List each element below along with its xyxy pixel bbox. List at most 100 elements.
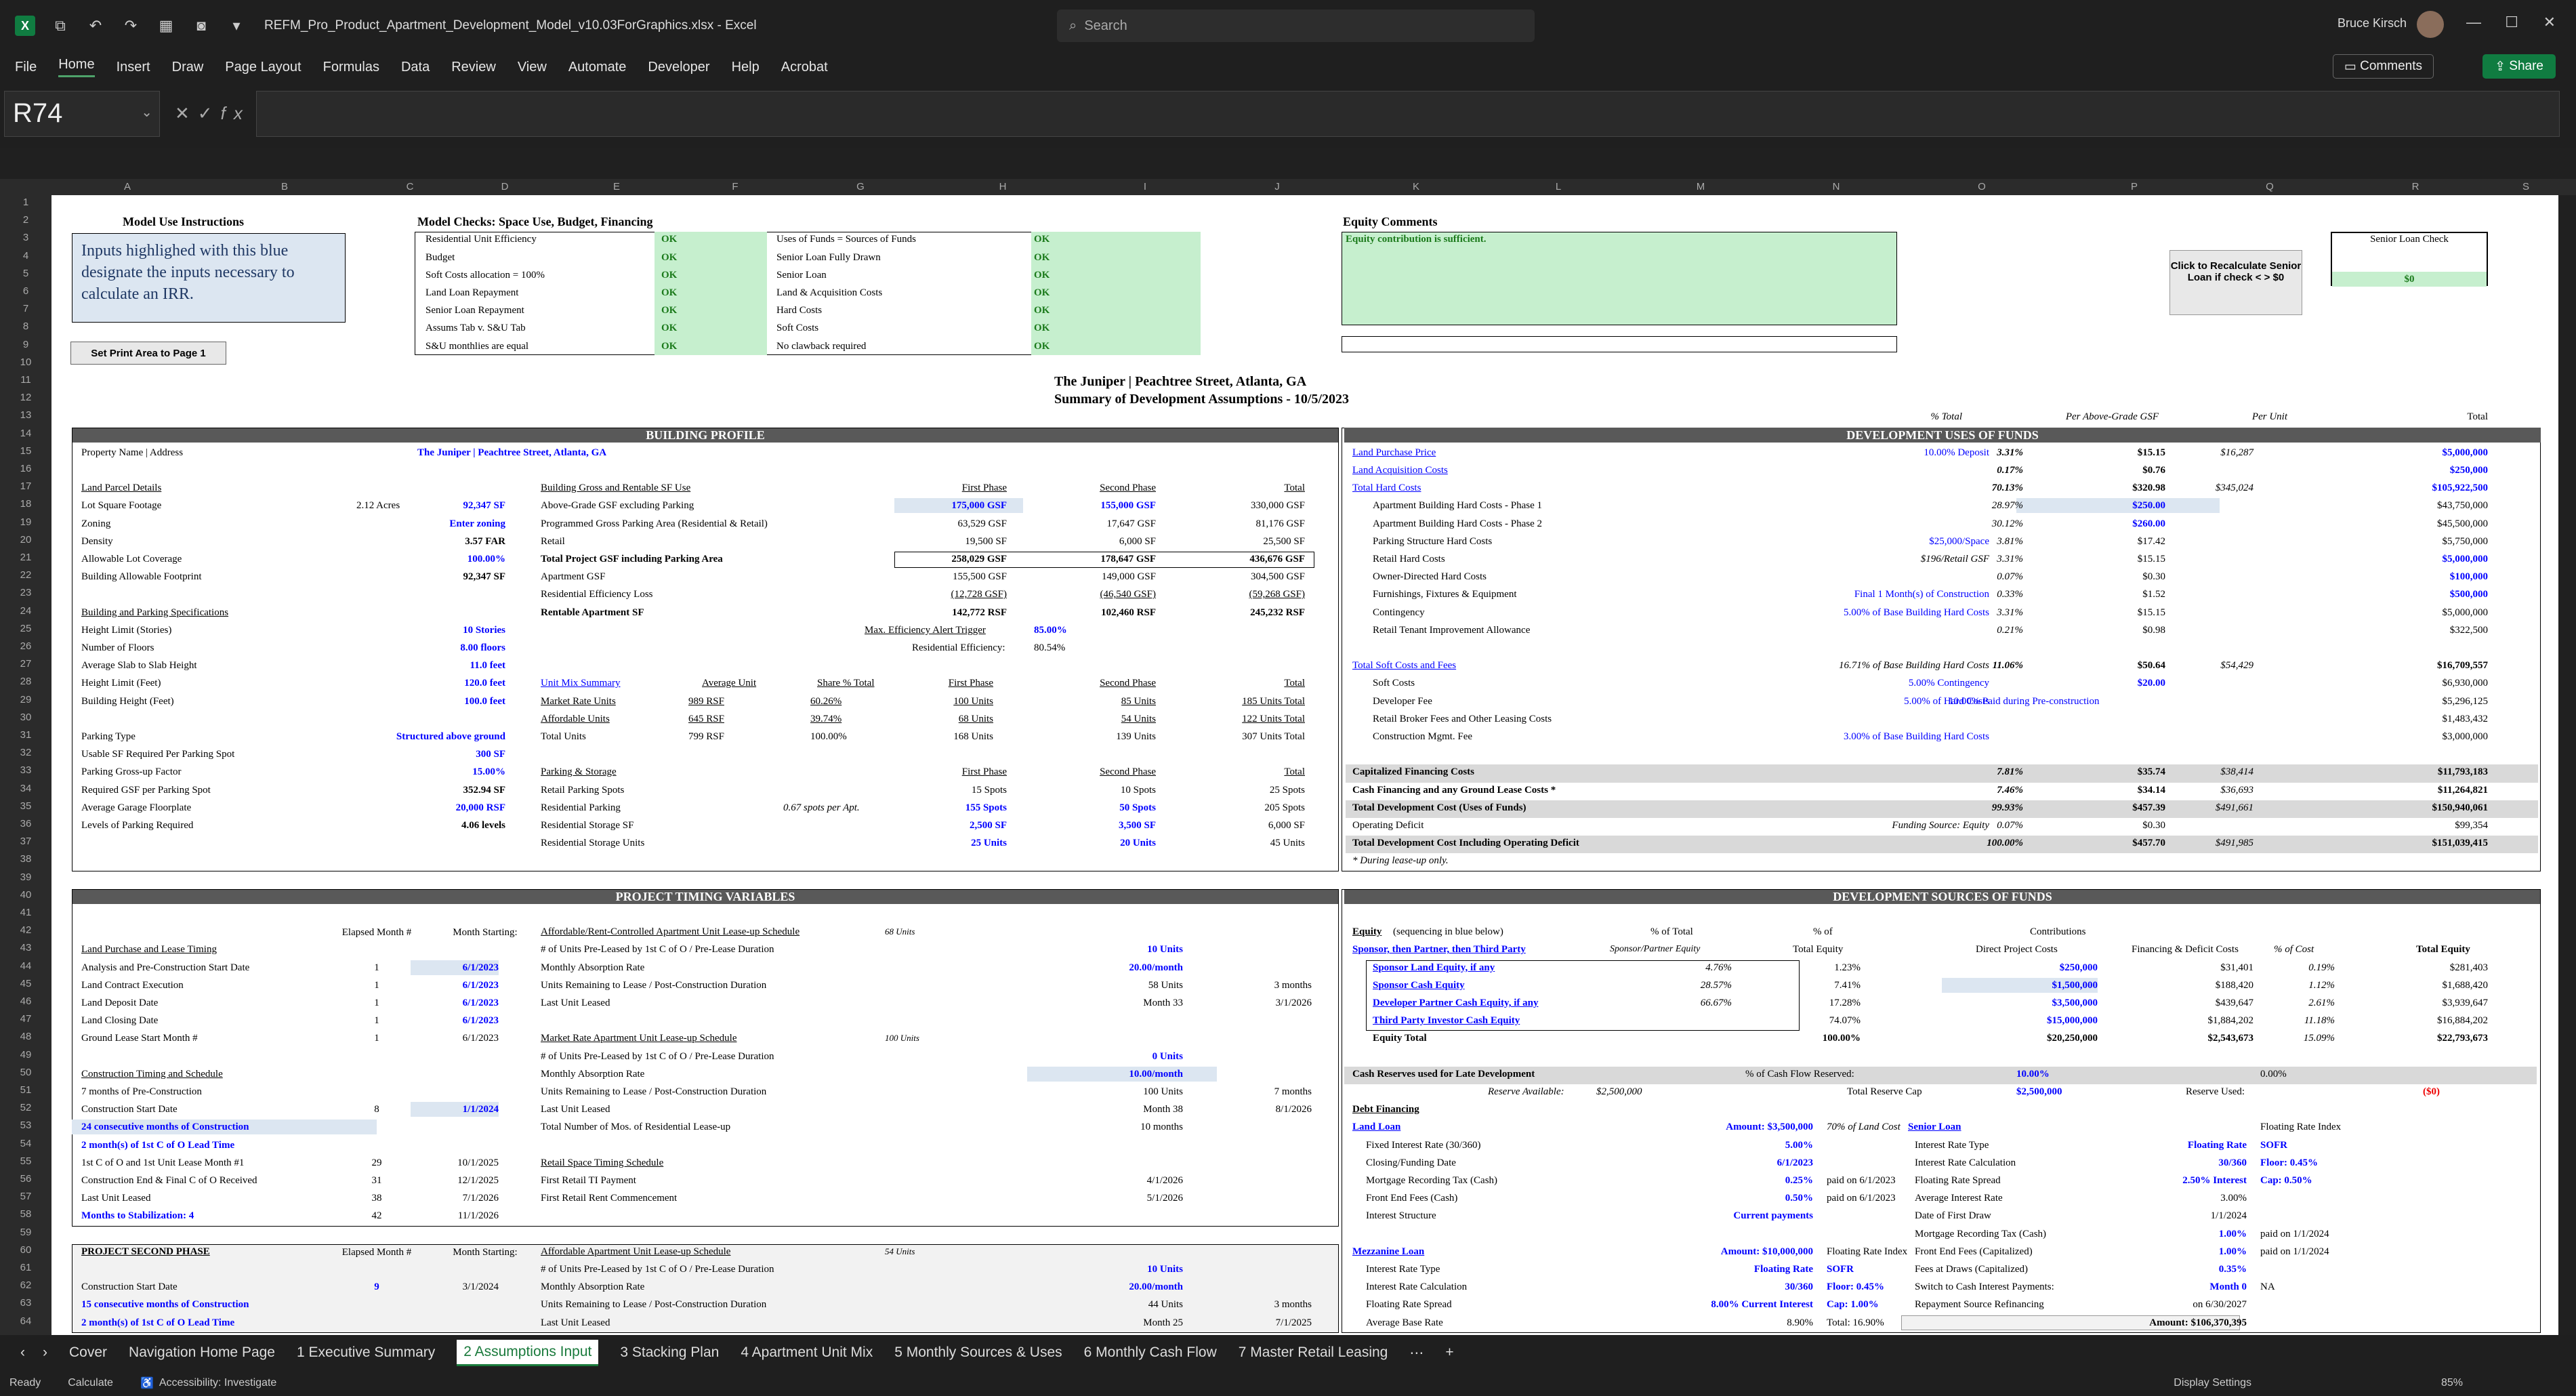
column-header[interactable]: O (1897, 181, 2066, 192)
column-header[interactable]: F (678, 181, 793, 192)
row-header[interactable]: 21 (0, 552, 51, 563)
row-header[interactable]: 57 (0, 1191, 51, 1202)
row-header[interactable]: 37 (0, 836, 51, 847)
row-header[interactable]: 23 (0, 587, 51, 598)
column-header[interactable]: P (2066, 181, 2202, 192)
menu-item-formulas[interactable]: Formulas (323, 60, 379, 75)
enter-icon[interactable]: ✓ (198, 103, 221, 123)
comments-button[interactable]: ▭ Comments (2332, 54, 2434, 79)
column-header[interactable]: C (366, 181, 454, 192)
fx-icon[interactable]: fx (221, 103, 251, 123)
column-header[interactable]: D (454, 181, 556, 192)
row-header[interactable]: 27 (0, 658, 51, 670)
customize-qat-icon[interactable]: ▾ (226, 16, 247, 36)
row-header[interactable]: 7 (0, 303, 51, 314)
row-header[interactable]: 54 (0, 1138, 51, 1149)
row-header[interactable]: 19 (0, 516, 51, 528)
row-header[interactable]: 22 (0, 569, 51, 581)
search-box[interactable]: ⌕ Search (1057, 9, 1535, 42)
tab-4-apartment-unit-mix[interactable]: 4 Apartment Unit Mix (741, 1344, 873, 1361)
row-header[interactable]: 28 (0, 676, 51, 687)
zoom-level[interactable]: 85% (2441, 1377, 2463, 1389)
row-header[interactable]: 36 (0, 818, 51, 829)
row-header[interactable]: 4 (0, 250, 51, 262)
maximize-icon[interactable]: ☐ (2505, 14, 2518, 31)
row-header[interactable]: 51 (0, 1084, 51, 1096)
row-header[interactable]: 25 (0, 623, 51, 634)
tab-navigation-home-page[interactable]: Navigation Home Page (129, 1344, 275, 1361)
chevron-down-icon[interactable]: ⌄ (141, 104, 152, 121)
row-header[interactable]: 44 (0, 960, 51, 972)
row-header[interactable]: 40 (0, 889, 51, 901)
column-header[interactable]: J (1213, 181, 1342, 192)
row-header[interactable]: 16 (0, 463, 51, 474)
row-header[interactable]: 15 (0, 445, 51, 457)
row-header[interactable]: 58 (0, 1208, 51, 1220)
column-header[interactable]: G (793, 181, 928, 192)
tab-prev-icon[interactable]: ‹ (20, 1344, 25, 1361)
avatar[interactable] (2417, 11, 2444, 38)
column-header[interactable]: K (1342, 181, 1491, 192)
formula-input[interactable] (256, 91, 2560, 137)
row-header[interactable]: 29 (0, 694, 51, 705)
row-header[interactable]: 13 (0, 409, 51, 421)
row-header[interactable]: 55 (0, 1155, 51, 1167)
status-accessibility[interactable]: Accessibility: Investigate (159, 1377, 276, 1389)
row-header[interactable]: 17 (0, 480, 51, 492)
close-icon[interactable]: ✕ (2543, 14, 2556, 31)
menu-item-data[interactable]: Data (401, 60, 430, 75)
column-header[interactable]: H (928, 181, 1077, 192)
menu-item-developer[interactable]: Developer (648, 60, 709, 75)
tab-1-executive-summary[interactable]: 1 Executive Summary (297, 1344, 435, 1361)
row-header[interactable]: 43 (0, 942, 51, 953)
status-calculate[interactable]: Calculate (68, 1377, 113, 1389)
row-header[interactable]: 52 (0, 1102, 51, 1113)
camera-icon[interactable]: ◙ (191, 16, 211, 36)
tab-2-assumptions-input[interactable]: 2 Assumptions Input (457, 1339, 599, 1366)
row-header[interactable]: 31 (0, 729, 51, 741)
row-header[interactable]: 60 (0, 1244, 51, 1256)
redo-icon[interactable]: ↷ (121, 16, 141, 36)
row-header[interactable]: 49 (0, 1049, 51, 1061)
column-header[interactable]: I (1077, 181, 1213, 192)
row-header[interactable]: 8 (0, 321, 51, 332)
column-header[interactable]: B (203, 181, 366, 192)
undo-icon[interactable]: ↶ (85, 16, 106, 36)
row-header[interactable]: 11 (0, 374, 51, 386)
menu-item-page-layout[interactable]: Page Layout (225, 60, 301, 75)
form-icon[interactable]: ▦ (156, 16, 176, 36)
row-header[interactable]: 33 (0, 764, 51, 776)
menu-item-draw[interactable]: Draw (172, 60, 204, 75)
row-header[interactable]: 63 (0, 1297, 51, 1309)
column-header[interactable]: M (1626, 181, 1775, 192)
row-header[interactable]: 12 (0, 392, 51, 403)
tab-cover[interactable]: Cover (69, 1344, 107, 1361)
column-header[interactable]: Q (2202, 181, 2338, 192)
row-header[interactable]: 39 (0, 871, 51, 883)
row-header[interactable]: 1 (0, 197, 51, 208)
add-sheet-icon[interactable]: + (1445, 1344, 1453, 1361)
row-header[interactable]: 64 (0, 1315, 51, 1327)
row-header[interactable]: 59 (0, 1227, 51, 1238)
row-header[interactable]: 42 (0, 924, 51, 936)
menu-item-help[interactable]: Help (732, 60, 760, 75)
row-header[interactable]: 46 (0, 995, 51, 1007)
menu-item-file[interactable]: File (15, 60, 37, 75)
menu-item-insert[interactable]: Insert (117, 60, 150, 75)
row-header[interactable]: 32 (0, 747, 51, 758)
row-header[interactable]: 41 (0, 907, 51, 918)
row-header[interactable]: 3 (0, 232, 51, 243)
row-header[interactable]: 26 (0, 640, 51, 652)
minimize-icon[interactable]: — (2466, 14, 2481, 31)
menu-item-automate[interactable]: Automate (568, 60, 627, 75)
row-header[interactable]: 6 (0, 285, 51, 297)
row-header[interactable]: 34 (0, 783, 51, 794)
row-header[interactable]: 53 (0, 1120, 51, 1131)
column-header[interactable]: S (2493, 181, 2558, 192)
cancel-icon[interactable]: ✕ (175, 103, 198, 123)
column-header[interactable]: A (51, 181, 203, 192)
row-header[interactable]: 20 (0, 534, 51, 546)
row-header[interactable]: 14 (0, 428, 51, 439)
name-box[interactable]: R74 ⌄ (4, 91, 160, 137)
column-header[interactable]: N (1775, 181, 1897, 192)
